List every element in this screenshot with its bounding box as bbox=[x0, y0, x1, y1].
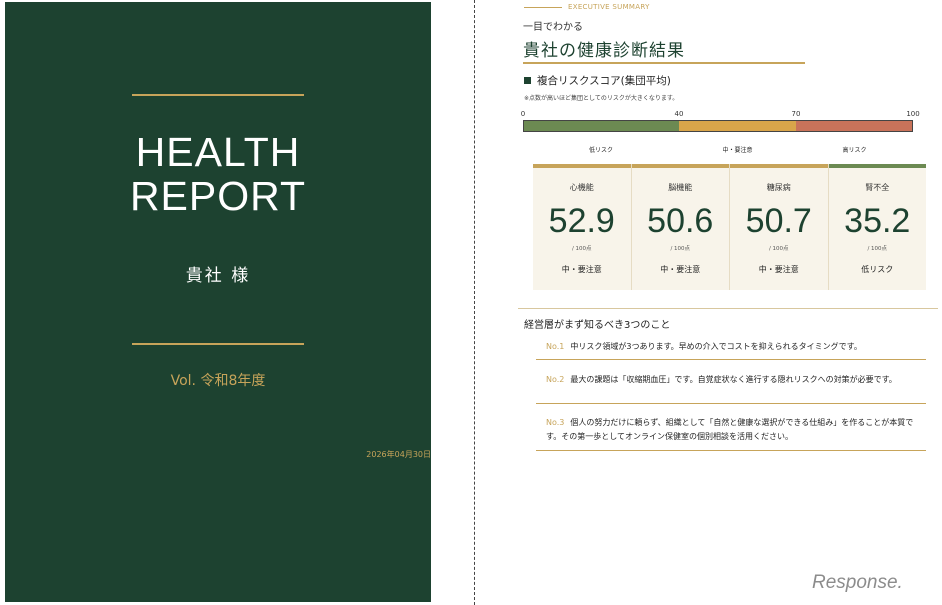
scale-segment-mid bbox=[679, 121, 796, 131]
cover-title-line2: REPORT bbox=[129, 173, 307, 219]
score-level: 中・要注意 bbox=[660, 265, 701, 274]
section-title: 複合リスクスコア(集団平均) bbox=[524, 73, 671, 88]
point-number: No.2 bbox=[546, 375, 565, 384]
point-number: No.3 bbox=[546, 418, 565, 427]
scale-segment-high bbox=[795, 121, 913, 131]
scale-bar bbox=[523, 120, 913, 132]
response-watermark-logo: Response. bbox=[812, 572, 903, 593]
eyebrow-line bbox=[524, 6, 562, 8]
score-level: 中・要注意 bbox=[561, 265, 602, 274]
score-level: 低リスク bbox=[861, 265, 894, 274]
point-text: 最大の課題は「収縮期血圧」です。自覚症状なく進行する隠れリスクへの対策が必要です… bbox=[570, 375, 897, 384]
score-unit: / 100点 bbox=[571, 246, 592, 252]
square-bullet-icon bbox=[524, 77, 531, 84]
score-cards: 心機能 52.9 / 100点 中・要注意 脳機能 50.6 / 100点 中・… bbox=[533, 164, 926, 290]
cover-date: 2026年04月30日 bbox=[366, 450, 431, 459]
scale-segment-low bbox=[524, 121, 680, 131]
score-value: 52.9 bbox=[548, 202, 615, 240]
cover-bottom-rule bbox=[132, 343, 304, 345]
cover-top-rule bbox=[132, 94, 304, 96]
score-unit: / 100点 bbox=[670, 246, 691, 252]
point-item-3: No.3 個人の努力だけに頼らず、組織として「自然と健康な選択ができる仕組み」を作… bbox=[536, 411, 926, 451]
point-number: No.1 bbox=[546, 342, 565, 351]
cover-page: HEALTH REPORT 貴社 様 Vol. 令和8年度 2026年04月30… bbox=[5, 2, 431, 602]
score-name: 脳機能 bbox=[668, 183, 693, 192]
score-unit: / 100点 bbox=[867, 246, 888, 252]
score-name: 心機能 bbox=[569, 183, 594, 192]
score-level: 中・要注意 bbox=[758, 265, 799, 274]
eyebrow-text: EXECUTIVE SUMMARY bbox=[568, 3, 650, 11]
score-name: 腎不全 bbox=[865, 183, 890, 192]
risk-scale: 0 40 70 100 bbox=[520, 110, 920, 135]
risk-label-high: 高リスク bbox=[842, 147, 867, 154]
score-value: 50.7 bbox=[745, 202, 812, 240]
page-title: 貴社の健康診断結果 bbox=[523, 41, 685, 61]
score-note: ※点数が高いほど集団としてのリスクが大きくなります。 bbox=[524, 95, 679, 102]
points-divider bbox=[518, 308, 938, 309]
score-name: 糖尿病 bbox=[766, 183, 791, 192]
score-card-heart: 心機能 52.9 / 100点 中・要注意 bbox=[533, 164, 631, 290]
risk-label-low: 低リスク bbox=[588, 147, 614, 154]
cover-volume: Vol. 令和8年度 bbox=[170, 373, 266, 389]
cover-title-line1: HEALTH bbox=[135, 129, 301, 175]
page-subhead: 一目でわかる bbox=[523, 22, 583, 33]
scale-tick: 0 bbox=[520, 110, 526, 118]
scale-tick: 70 bbox=[791, 110, 801, 118]
point-text: 個人の努力だけに頼らず、組織として「自然と健康な選択ができる仕組み」を作ることが… bbox=[546, 418, 914, 441]
risk-label-mid: 中・要注意 bbox=[722, 147, 753, 154]
score-card-diabetes: 糖尿病 50.7 / 100点 中・要注意 bbox=[730, 164, 828, 290]
cover-client: 貴社 様 bbox=[185, 266, 251, 286]
score-unit: / 100点 bbox=[768, 246, 789, 252]
score-value: 35.2 bbox=[844, 202, 911, 240]
title-rule bbox=[523, 62, 805, 64]
score-card-brain: 脳機能 50.6 / 100点 中・要注意 bbox=[631, 164, 729, 290]
section-title-text: 複合リスクスコア(集団平均) bbox=[537, 75, 671, 87]
score-card-kidney: 腎不全 35.2 / 100点 低リスク bbox=[828, 164, 926, 290]
page-divider bbox=[474, 0, 475, 605]
point-text: 中リスク領域が3つあります。早めの介入でコストを抑えられるタイミングです。 bbox=[570, 342, 862, 351]
score-value: 50.6 bbox=[647, 202, 714, 240]
point-item-1: No.1 中リスク領域が3つあります。早めの介入でコストを抑えられるタイミングです… bbox=[536, 334, 926, 360]
scale-tick: 40 bbox=[674, 110, 684, 118]
eyebrow: EXECUTIVE SUMMARY bbox=[524, 3, 650, 11]
points-title: 経営層がまず知るべき3つのこと bbox=[524, 320, 671, 331]
point-item-2: No.2 最大の課題は「収縮期血圧」です。自覚症状なく進行する隠れリスクへの対策が… bbox=[536, 367, 926, 404]
risk-labels: 低リスク 中・要注意 高リスク bbox=[523, 145, 915, 155]
scale-tick: 100 bbox=[906, 110, 920, 118]
cover-title: HEALTH REPORT bbox=[5, 130, 431, 218]
